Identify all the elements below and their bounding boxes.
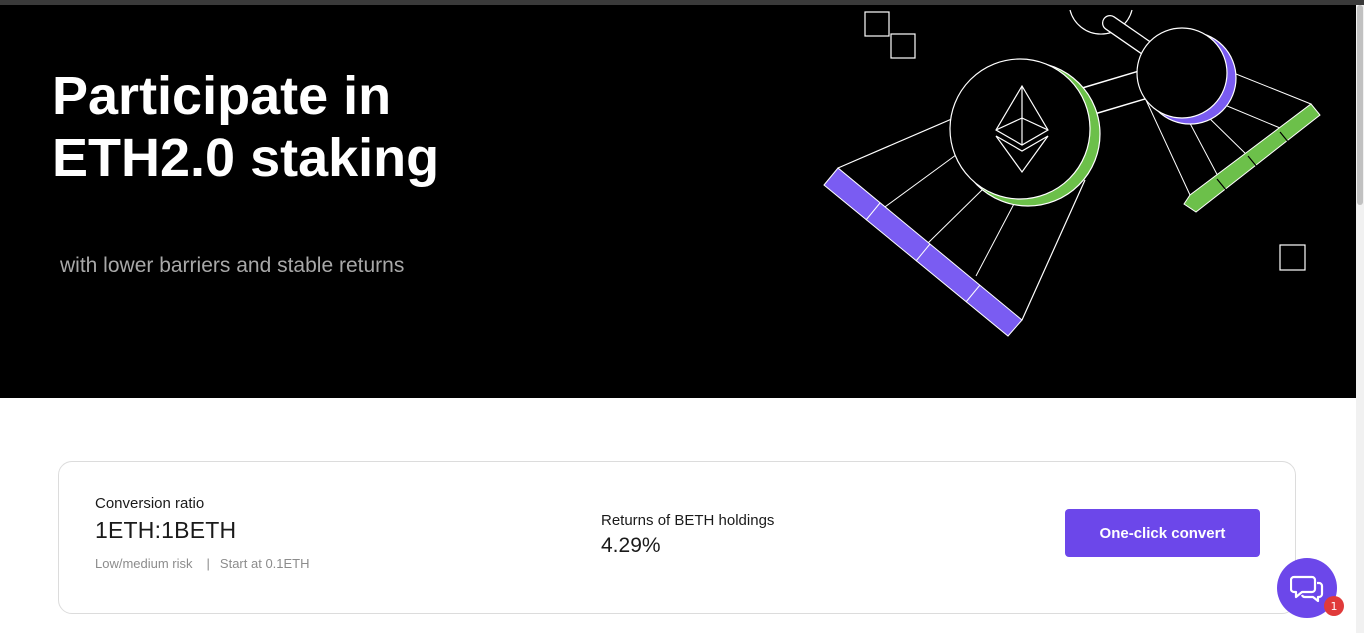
hero-banner: Participate in ETH2.0 staking with lower… xyxy=(0,5,1356,398)
risk-level-text: Low/medium risk xyxy=(95,556,193,571)
eth-staking-illustration xyxy=(823,9,1321,337)
returns-value: 4.29% xyxy=(601,534,661,557)
conversion-ratio-label: Conversion ratio xyxy=(95,495,205,512)
conversion-meta: Low/medium risk | Start at 0.1ETH xyxy=(95,556,310,571)
hero-title: Participate in ETH2.0 staking xyxy=(52,65,612,189)
meta-separator: | xyxy=(206,556,210,571)
scrollbar-thumb[interactable] xyxy=(1357,5,1363,205)
page-scrollbar[interactable] xyxy=(1356,5,1364,633)
hero-subtitle: with lower barriers and stable returns xyxy=(60,254,405,277)
chat-icon xyxy=(1290,575,1324,603)
one-click-convert-button[interactable]: One-click convert xyxy=(1065,509,1260,557)
hero-title-line1: Participate in xyxy=(52,66,392,126)
returns-label: Returns of BETH holdings xyxy=(601,512,775,529)
conversion-ratio-value: 1ETH:1BETH xyxy=(95,517,237,543)
staking-info-card: Conversion ratio 1ETH:1BETH Low/medium r… xyxy=(58,461,1296,614)
hero-title-line2: ETH2.0 staking xyxy=(52,128,440,188)
minimum-start-text: Start at 0.1ETH xyxy=(219,556,310,571)
chat-notification-badge: 1 xyxy=(1324,596,1344,616)
